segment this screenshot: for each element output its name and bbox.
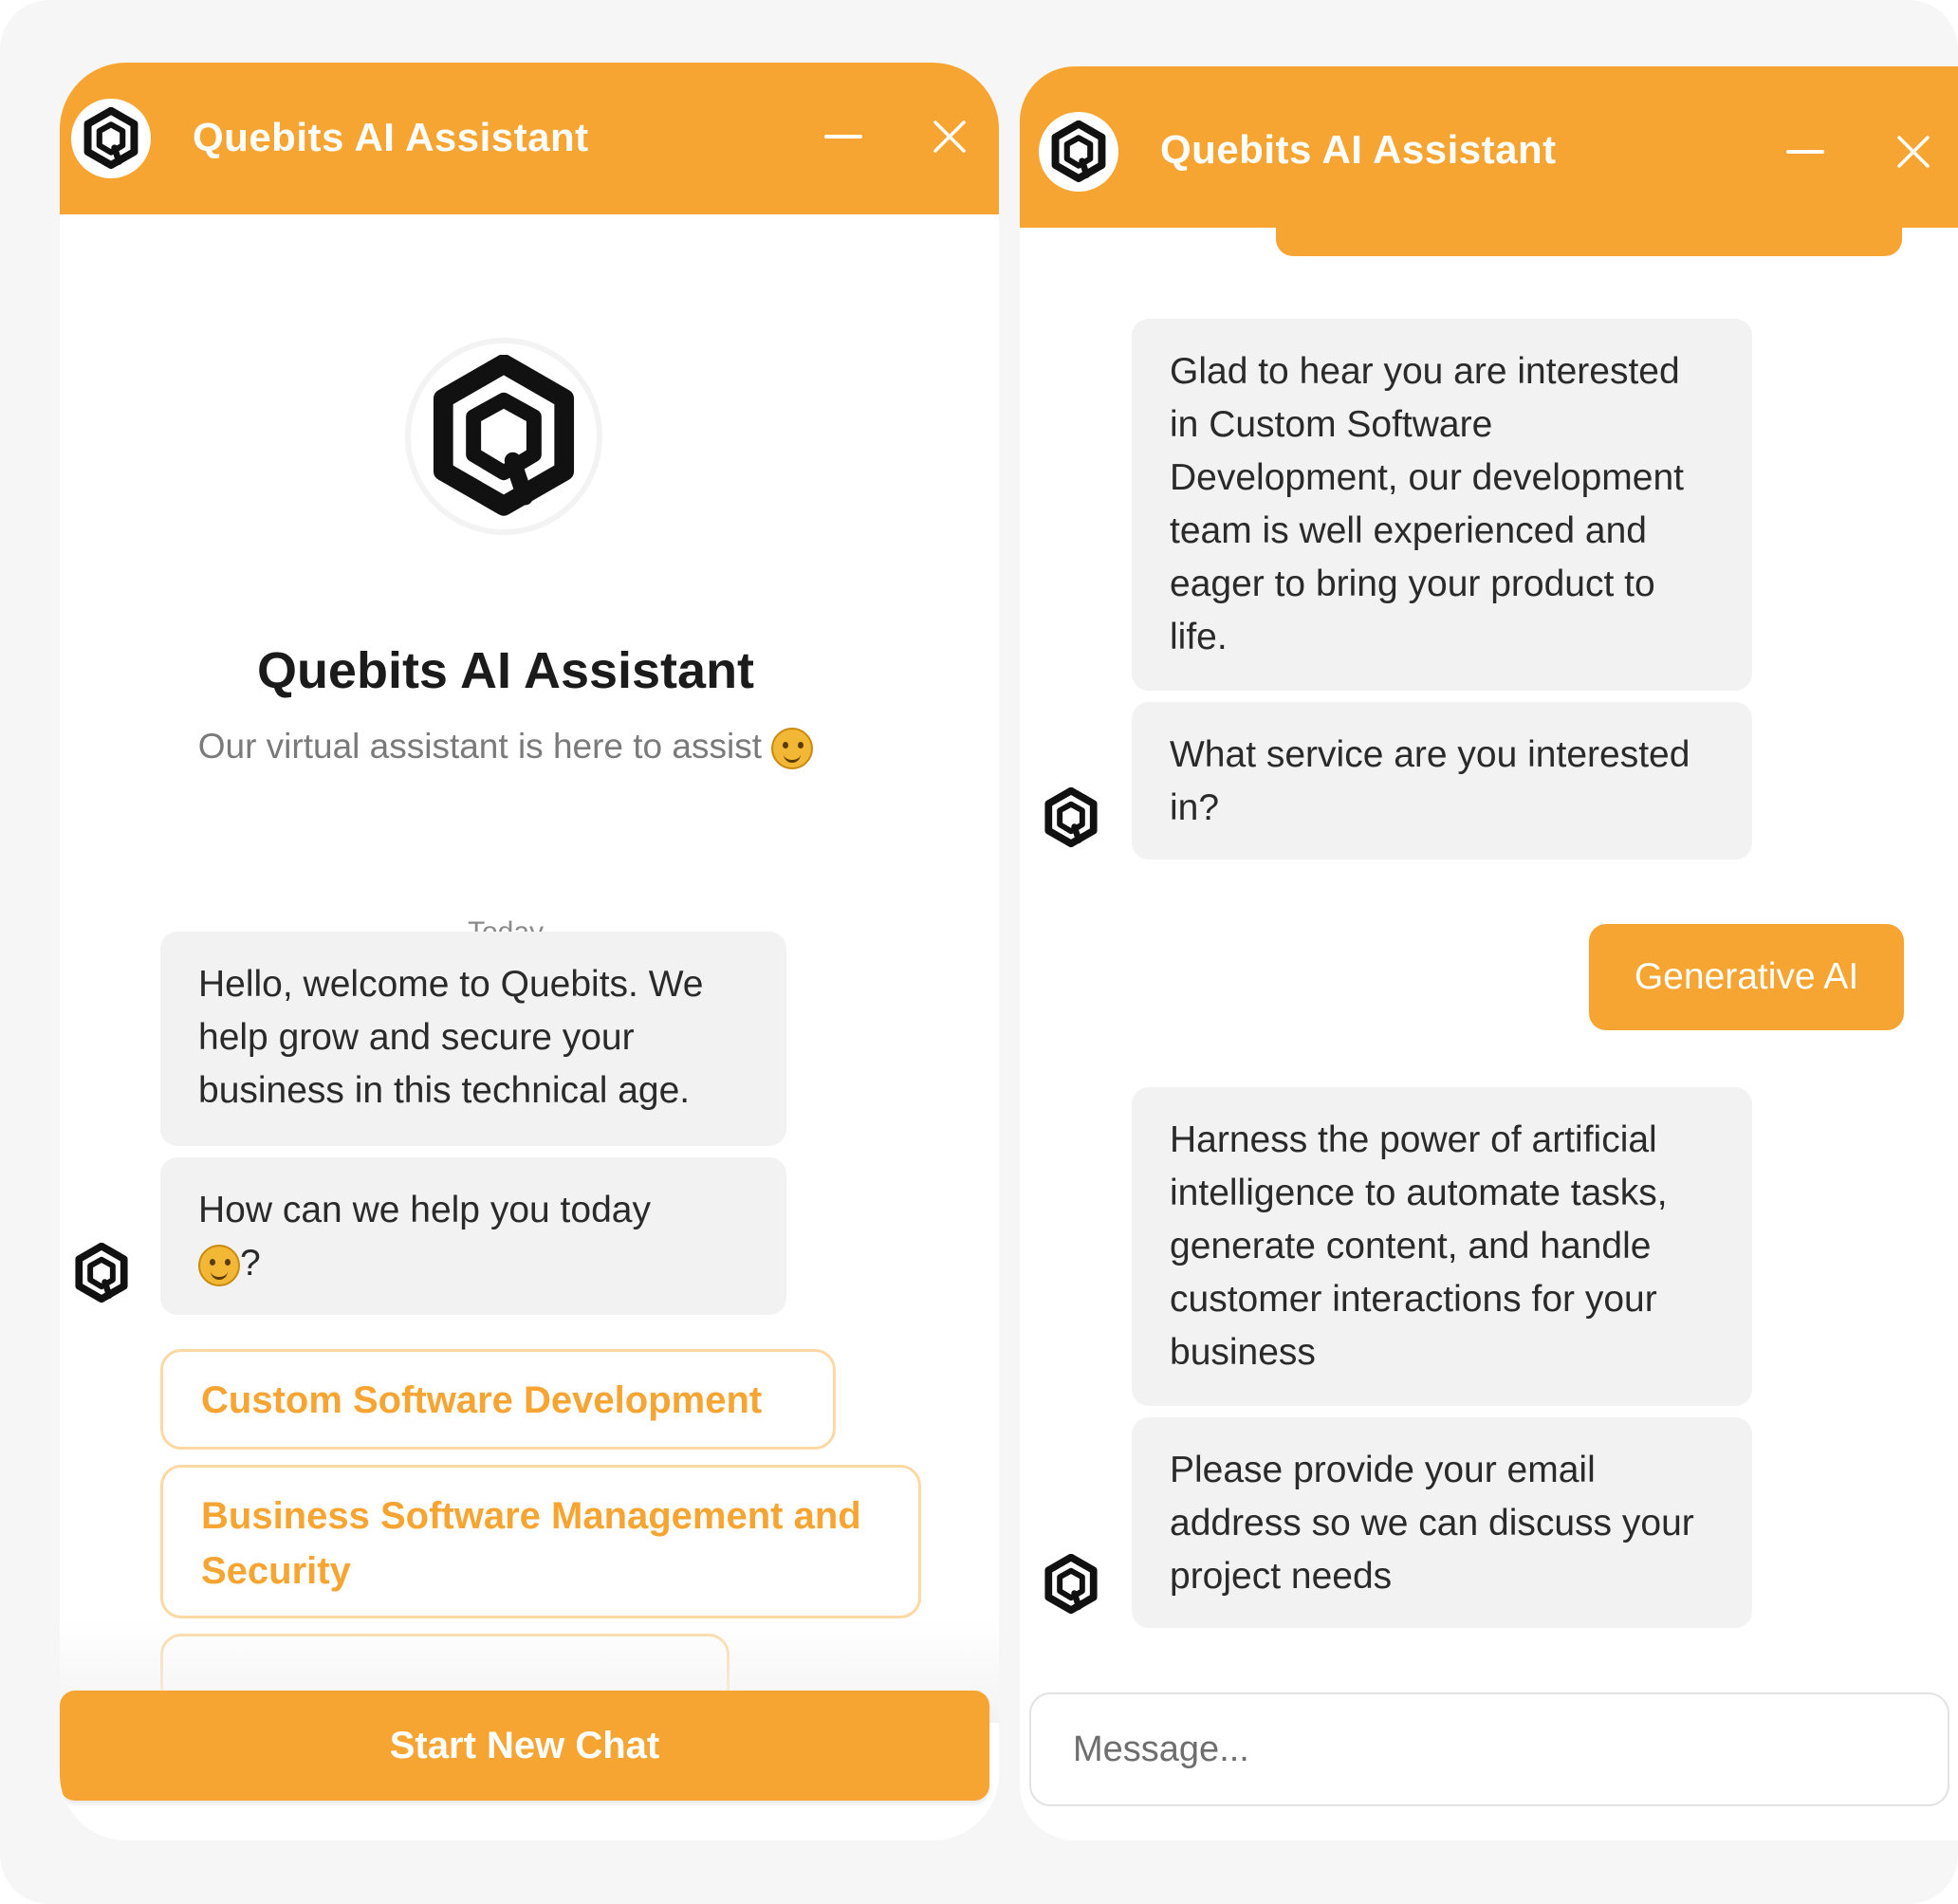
bot-avatar-icon — [1044, 1554, 1098, 1615]
assistant-subtitle: Our virtual assistant is here to assist — [60, 727, 951, 770]
quebits-logo-icon — [433, 355, 575, 516]
bot-message: Harness the power of artificial intellig… — [1132, 1087, 1752, 1406]
option-business-software[interactable]: Business Software Management and Securit… — [160, 1465, 921, 1618]
smiling-face-emoji-icon — [771, 728, 814, 770]
close-icon[interactable] — [931, 118, 969, 156]
chat-widget-conversation: Quebits AI Assistant Glad to hear you ar… — [1020, 66, 1958, 1840]
bot-message: Please provide your email address so we … — [1132, 1417, 1752, 1628]
assistant-avatar — [411, 343, 597, 529]
quebits-logo-icon — [71, 99, 151, 178]
smiling-face-emoji-icon — [198, 1244, 240, 1286]
bot-message: What service are you interested in? — [1132, 702, 1752, 860]
quebits-logo-icon — [1039, 112, 1118, 192]
minimize-icon[interactable] — [824, 135, 862, 139]
minimize-icon[interactable] — [1786, 150, 1824, 154]
header-tab-strip — [1276, 199, 1902, 256]
chat-header: Quebits AI Assistant — [60, 63, 999, 214]
message-input[interactable] — [1029, 1692, 1949, 1806]
close-icon[interactable] — [1894, 133, 1932, 171]
message-text: How can we help you today — [198, 1190, 651, 1230]
start-new-chat-button[interactable]: Start New Chat — [60, 1691, 989, 1801]
user-message: Generative AI — [1589, 924, 1904, 1030]
bot-message: Glad to hear you are interested in Custo… — [1132, 319, 1752, 691]
bot-message: How can we help you today ? — [160, 1157, 786, 1315]
option-custom-software[interactable]: Custom Software Development — [160, 1349, 836, 1450]
chat-widget-welcome: Quebits AI Assistant Quebits AI Assistan… — [60, 63, 999, 1840]
bot-avatar-icon — [1044, 787, 1098, 848]
assistant-name: Quebits AI Assistant — [256, 642, 755, 699]
subtitle-text: Our virtual assistant is here to assist — [197, 727, 762, 766]
bot-message: Hello, welcome to Quebits. We help grow … — [160, 932, 786, 1146]
message-suffix: ? — [240, 1243, 261, 1284]
header-title: Quebits AI Assistant — [193, 115, 589, 159]
header-title: Quebits AI Assistant — [1160, 127, 1557, 172]
bot-avatar-icon — [75, 1243, 128, 1303]
